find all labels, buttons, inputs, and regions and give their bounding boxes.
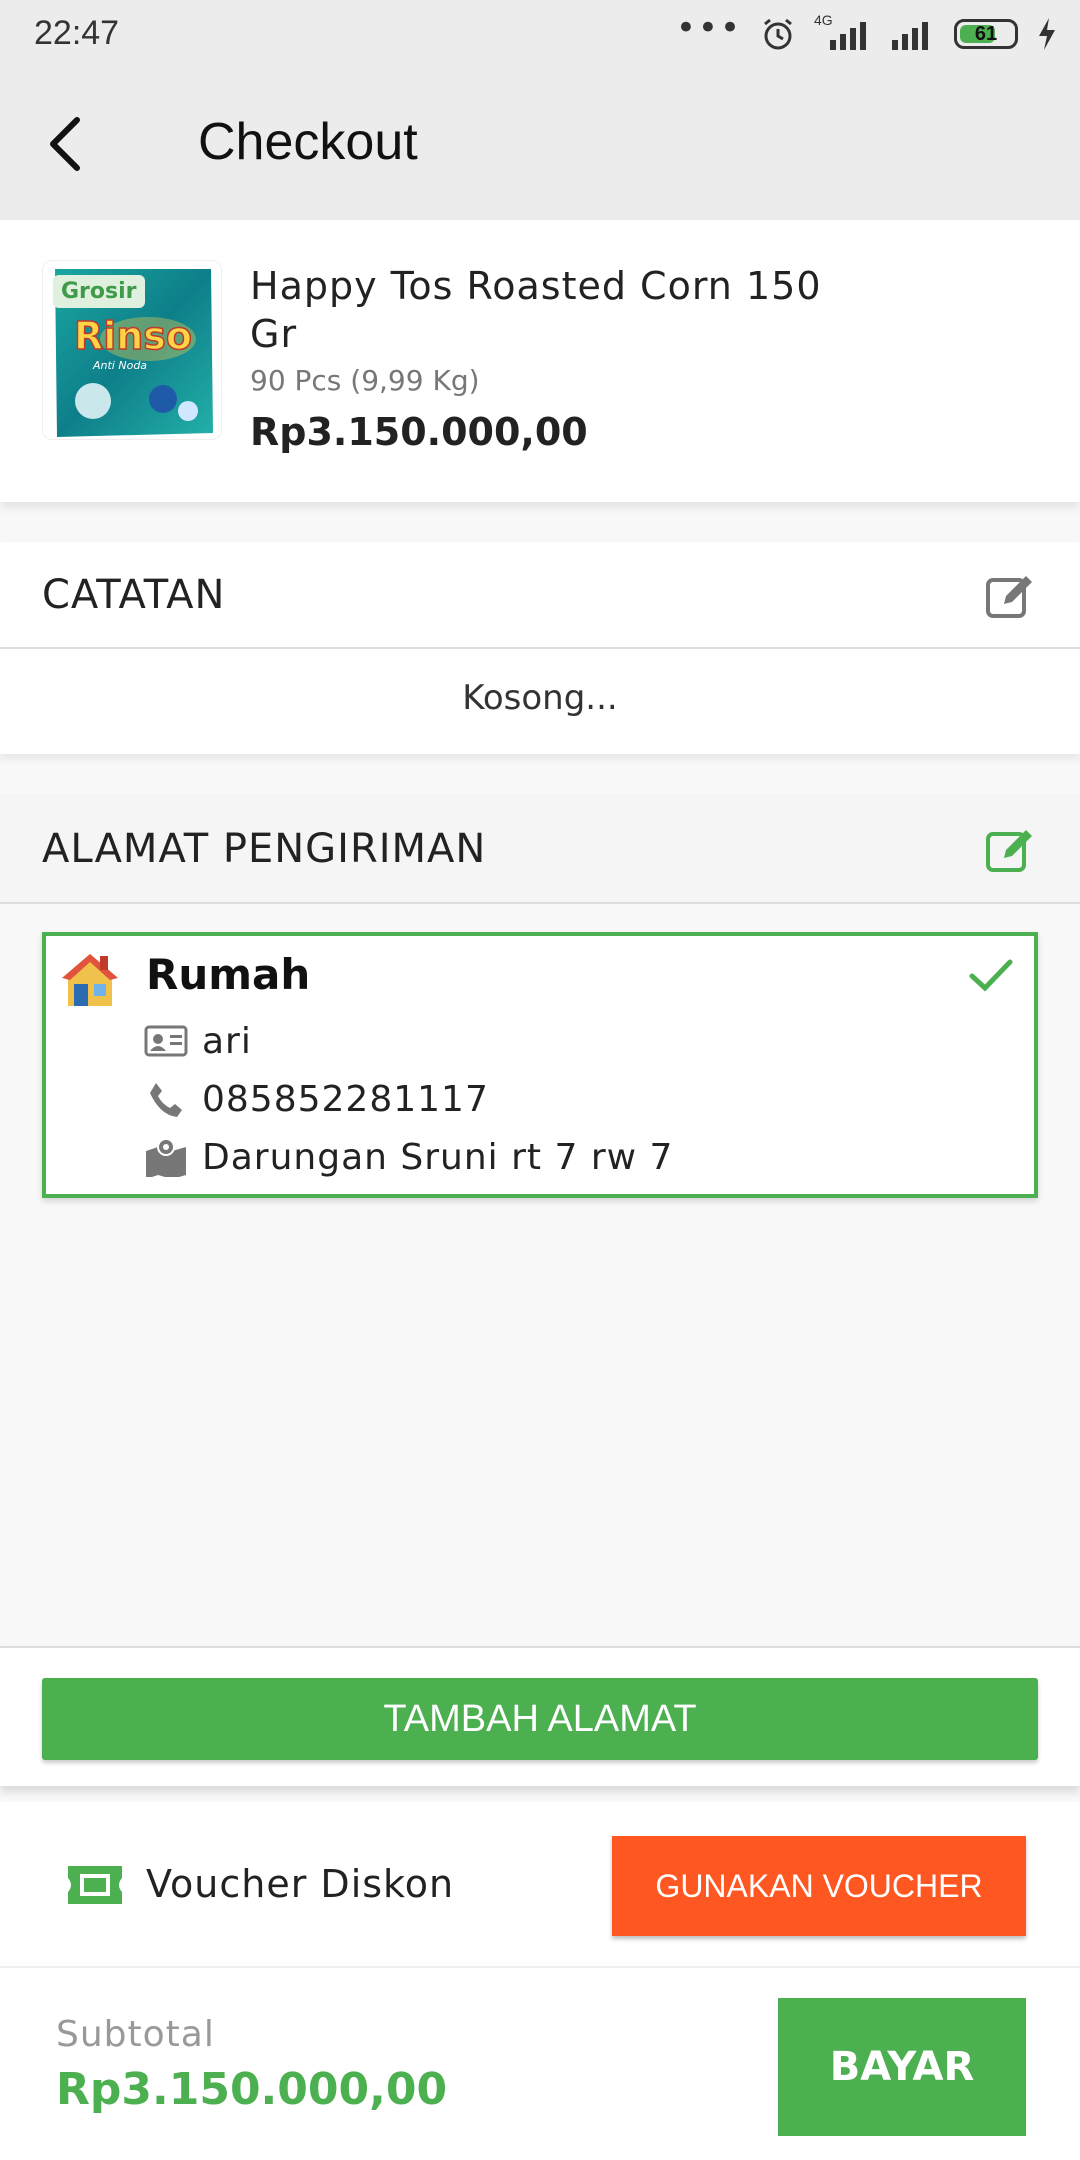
edit-notes-icon[interactable] [984,570,1036,622]
check-icon [969,959,1013,992]
subtotal-value: Rp3.150.000,00 [56,2064,448,2115]
grosir-badge: Grosir [53,275,145,308]
phone-icon [150,1083,182,1117]
address-name-row: ari [144,1016,252,1066]
signal-icon [892,22,928,50]
product-image: Rinso Anti Noda Grosir [42,260,222,440]
checkout-footer: Subtotal Rp3.150.000,00 BAYAR [0,1966,1080,2160]
charging-icon [1039,18,1055,50]
more-dots-icon: ••• [675,8,742,48]
product-image-subtext: Anti Noda [92,359,147,372]
address-list: Rumah ari 085852281117 Darungan Sruni rt… [0,904,1080,1646]
status-icons: ••• 4G 61 [675,8,1058,54]
address-detail: Darungan Sruni rt 7 rw 7 [202,1136,674,1178]
id-card-icon [144,1025,188,1057]
product-name: Happy Tos Roasted Corn 150 Gr [250,264,822,356]
notes-section: CATATAN Kosong... [0,542,1080,754]
signal-4g-icon: 4G [814,12,872,52]
alarm-icon [764,18,792,50]
add-address-button[interactable]: TAMBAH ALAMAT [42,1678,1038,1760]
address-phone: 085852281117 [202,1078,489,1120]
notes-header: CATATAN [0,542,1080,649]
battery-level: 61 [974,22,998,45]
product-price: Rp3.150.000,00 [250,410,588,454]
page-title: Checkout [198,113,418,171]
use-voucher-button[interactable]: GUNAKAN VOUCHER [612,1836,1026,1936]
address-label: Rumah [146,950,311,999]
voucher-label: Voucher Diskon [146,1862,455,1906]
voucher-ticket-icon [68,1866,122,1904]
shipping-title: ALAMAT PENGIRIMAN [42,826,487,872]
pay-button[interactable]: BAYAR [778,1998,1026,2136]
add-address-panel: TAMBAH ALAMAT [0,1646,1080,1786]
back-arrow-icon [50,117,80,171]
address-card[interactable]: Rumah ari 085852281117 Darungan Sruni rt… [42,932,1038,1198]
product-quantity: 90 Pcs (9,99 Kg) [250,364,480,397]
app-bar: Checkout [0,70,1080,220]
address-phone-row: 085852281117 [144,1074,489,1124]
address-recipient: ari [202,1020,252,1062]
status-bar: 22:47 ••• 4G 61 [0,0,1080,70]
back-button[interactable] [30,104,100,184]
shipping-header: ALAMAT PENGIRIMAN [0,794,1080,904]
product-card[interactable]: Rinso Anti Noda Grosir Happy Tos Roasted… [0,220,1080,502]
map-marker-icon [146,1138,186,1177]
product-image-brand: Rinso [74,314,192,358]
notes-title: CATATAN [42,572,226,618]
notes-empty-text[interactable]: Kosong... [0,678,1080,718]
house-icon [62,954,118,1006]
voucher-bar: Voucher Diskon GUNAKAN VOUCHER [0,1802,1080,1966]
subtotal-label: Subtotal [56,2014,215,2055]
edit-address-icon[interactable] [984,824,1036,876]
address-location-row: Darungan Sruni rt 7 rw 7 [144,1132,673,1182]
battery-icon: 61 [954,19,1018,49]
status-time: 22:47 [34,14,120,52]
